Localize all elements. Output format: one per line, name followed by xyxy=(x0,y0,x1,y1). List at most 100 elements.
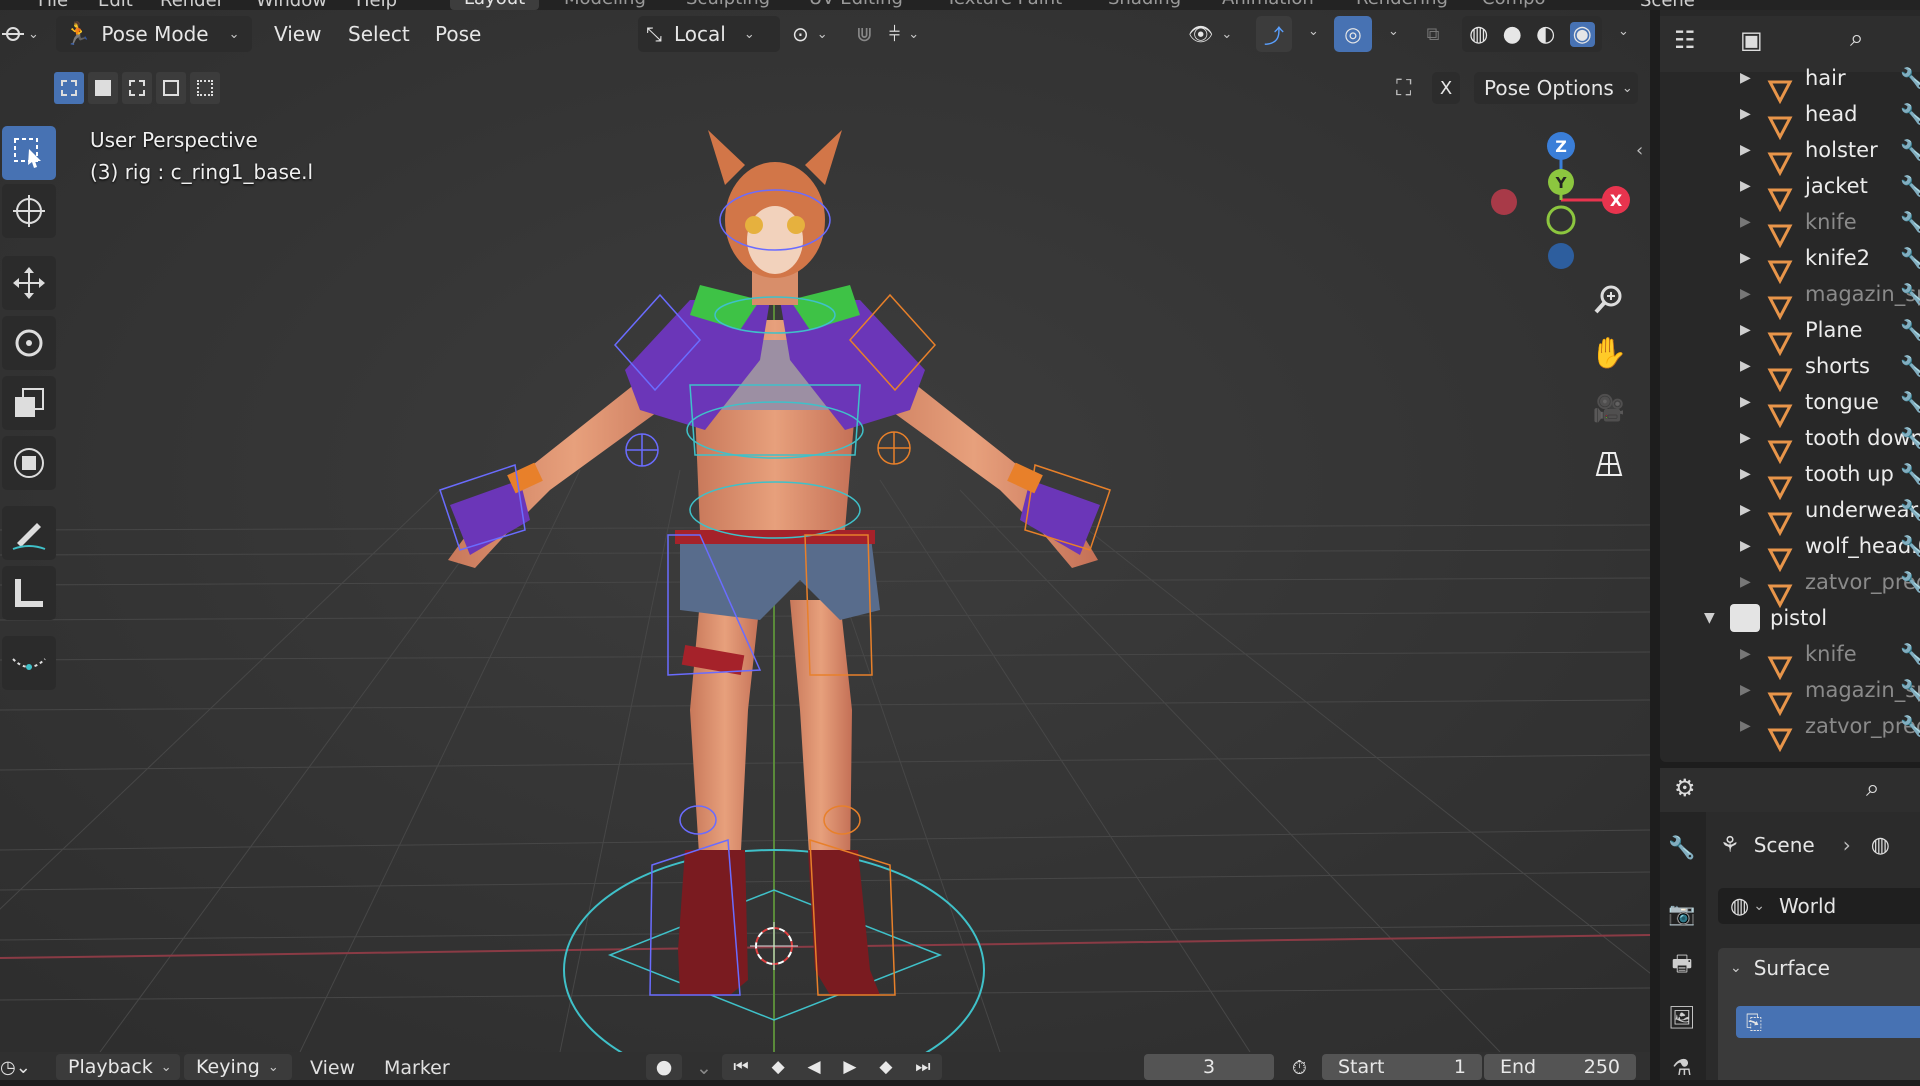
render-properties-tab[interactable]: 📷 xyxy=(1664,896,1700,932)
start-frame-field[interactable]: Start 1 xyxy=(1322,1054,1482,1080)
expand-triangle-icon[interactable]: ▶ xyxy=(1740,70,1751,86)
select-mode-intersect[interactable] xyxy=(190,72,220,104)
tool-scale[interactable] xyxy=(2,376,56,430)
overlays-toggle[interactable]: ◎ xyxy=(1334,16,1372,52)
collapse-triangle-icon[interactable]: ▼ xyxy=(1704,610,1715,626)
expand-triangle-icon[interactable]: ▶ xyxy=(1740,358,1751,374)
timeline-marker-menu[interactable]: Marker xyxy=(384,1057,450,1079)
timeline-view-menu[interactable]: View xyxy=(310,1057,355,1079)
tab-layout[interactable]: Layout xyxy=(450,0,540,10)
chevron-down-icon[interactable]: ⌄ xyxy=(1388,24,1399,39)
tab-animation[interactable]: Animation xyxy=(1208,0,1328,10)
expand-triangle-icon[interactable]: ▶ xyxy=(1740,178,1751,194)
jump-end-icon[interactable]: ⏭ xyxy=(915,1057,930,1077)
tool-annotate[interactable] xyxy=(2,506,56,560)
modifier-wrench-icon[interactable]: 🔧 xyxy=(1900,174,1920,198)
timeline-editor-type-icon[interactable]: ◷⌄ xyxy=(0,1057,31,1078)
next-keyframe-icon[interactable]: ◆ xyxy=(879,1057,892,1077)
modifier-wrench-icon[interactable]: 🔧 xyxy=(1900,318,1920,342)
playback-menu[interactable]: Playback ⌄ xyxy=(56,1054,180,1080)
tool-move[interactable] xyxy=(2,256,56,310)
material-shading-icon[interactable]: ◐ xyxy=(1536,22,1555,47)
menu-help[interactable]: Help xyxy=(356,0,397,10)
modifier-wrench-icon[interactable]: 🔧 xyxy=(1900,210,1920,234)
chevron-down-icon[interactable]: ⌄ xyxy=(1308,24,1319,39)
mode-dropdown[interactable]: 🏃 Pose Mode ⌄ xyxy=(56,16,252,52)
tool-properties-tab[interactable]: 🔧 xyxy=(1664,830,1700,866)
use-nodes-button[interactable]: ⎘ xyxy=(1736,1006,1920,1038)
properties-editor-type-icon[interactable]: ⚙ xyxy=(1674,774,1696,802)
chevron-down-icon[interactable]: ⌄ xyxy=(1618,24,1629,39)
rendered-shading-icon[interactable]: ◉ xyxy=(1569,21,1595,47)
outliner-item[interactable]: ▶ tongue 🔧 xyxy=(1660,384,1920,428)
outliner-item[interactable]: ▶ tooth up 🔧 xyxy=(1660,456,1920,500)
outliner-item[interactable]: ▶ jacket 🔧 xyxy=(1660,168,1920,212)
modifier-wrench-icon[interactable]: 🔧 xyxy=(1900,138,1920,162)
scene-selector[interactable]: Scene xyxy=(1640,0,1695,10)
xray-toggle[interactable]: ⧉ xyxy=(1416,16,1450,52)
view-layer-properties-tab[interactable]: 🖼 xyxy=(1664,1000,1700,1036)
auto-keying-toggle[interactable]: ● xyxy=(646,1054,682,1080)
end-frame-field[interactable]: End 250 xyxy=(1484,1054,1636,1080)
outliner-item[interactable]: ▶ magazin_sp 🔧 xyxy=(1660,276,1920,320)
select-mode-subtract[interactable] xyxy=(122,72,152,104)
modifier-wrench-icon[interactable]: 🔧 xyxy=(1900,282,1920,306)
tool-select-box[interactable] xyxy=(2,126,56,180)
expand-triangle-icon[interactable]: ▶ xyxy=(1740,214,1751,230)
navigation-gizmo[interactable]: Z X Y xyxy=(1476,120,1636,280)
zoom-button[interactable] xyxy=(1586,276,1632,322)
prev-keyframe-icon[interactable]: ◆ xyxy=(772,1057,785,1077)
scene-properties-tab[interactable]: ⚗ xyxy=(1664,1050,1700,1086)
modifier-wrench-icon[interactable]: 🔧 xyxy=(1900,246,1920,270)
expand-triangle-icon[interactable]: ▶ xyxy=(1740,286,1751,302)
tab-texture-paint[interactable]: Texture Paint xyxy=(932,0,1076,10)
pan-button[interactable]: ✋ xyxy=(1586,330,1632,376)
properties-search-icon[interactable]: ⌕ xyxy=(1866,774,1879,802)
expand-triangle-icon[interactable]: ▶ xyxy=(1740,430,1751,446)
gizmo-toggle[interactable]: ⤴ xyxy=(1256,16,1292,52)
menu-render[interactable]: Render xyxy=(160,0,224,10)
expand-triangle-icon[interactable]: ▶ xyxy=(1740,250,1751,266)
modifier-wrench-icon[interactable]: 🔧 xyxy=(1900,390,1920,414)
outliner-item[interactable]: ▶ tooth down 🔧 xyxy=(1660,420,1920,464)
visibility-button[interactable]: 👁 ⌄ xyxy=(1188,16,1242,52)
tool-transform[interactable] xyxy=(2,436,56,490)
display-mode-icon[interactable]: ▣ xyxy=(1740,26,1763,54)
ortho-toggle-button[interactable] xyxy=(1586,440,1632,486)
x-mirror-toggle[interactable]: X xyxy=(1432,72,1460,104)
outliner-item[interactable]: ▶ wolf_head.0 🔧 xyxy=(1660,528,1920,572)
expand-triangle-icon[interactable]: ▶ xyxy=(1740,466,1751,482)
outliner-item[interactable]: ▶ shorts 🔧 xyxy=(1660,348,1920,392)
tool-relax[interactable] xyxy=(2,636,56,690)
tab-rendering[interactable]: Rendering xyxy=(1342,0,1462,10)
jump-start-icon[interactable]: ⏮ xyxy=(733,1057,748,1077)
expand-triangle-icon[interactable]: ▶ xyxy=(1740,394,1751,410)
play-reverse-icon[interactable]: ◀ xyxy=(808,1057,821,1077)
tab-uv-editing[interactable]: UV Editing xyxy=(795,0,917,10)
modifier-wrench-icon[interactable]: 🔧 xyxy=(1900,570,1920,594)
expand-triangle-icon[interactable]: ▶ xyxy=(1740,718,1751,734)
select-mode-invert[interactable] xyxy=(156,72,186,104)
modifier-wrench-icon[interactable]: 🔧 xyxy=(1900,678,1920,702)
modifier-wrench-icon[interactable]: 🔧 xyxy=(1900,498,1920,522)
expand-triangle-icon[interactable]: ▶ xyxy=(1740,142,1751,158)
output-properties-tab[interactable]: 🖶 xyxy=(1664,948,1700,984)
outliner-item[interactable]: ▶ zatvor_pred 🔧 xyxy=(1660,564,1920,608)
menu-view[interactable]: View xyxy=(274,22,321,46)
current-frame-field[interactable]: 3 xyxy=(1144,1054,1274,1080)
tool-measure[interactable] xyxy=(2,566,56,620)
outliner-collection[interactable]: ▼ pistol xyxy=(1660,600,1920,636)
expand-triangle-icon[interactable]: ▶ xyxy=(1740,502,1751,518)
menu-window[interactable]: Window xyxy=(256,0,327,10)
menu-select[interactable]: Select xyxy=(348,22,410,46)
tab-modeling[interactable]: Modeling xyxy=(550,0,660,10)
outliner-item[interactable]: ▶ magazin_sp 🔧 xyxy=(1660,672,1920,716)
modifier-wrench-icon[interactable]: 🔧 xyxy=(1900,462,1920,486)
chevron-down-icon[interactable]: ⌄ xyxy=(696,1057,712,1079)
outliner-item[interactable]: ▶ Plane 🔧 xyxy=(1660,312,1920,356)
modifier-wrench-icon[interactable]: 🔧 xyxy=(1900,534,1920,558)
modifier-wrench-icon[interactable]: 🔧 xyxy=(1900,642,1920,666)
surface-panel-header[interactable]: ⌄ Surface xyxy=(1718,948,1920,988)
expand-triangle-icon[interactable]: ▶ xyxy=(1740,682,1751,698)
keying-menu[interactable]: Keying ⌄ xyxy=(184,1054,292,1080)
